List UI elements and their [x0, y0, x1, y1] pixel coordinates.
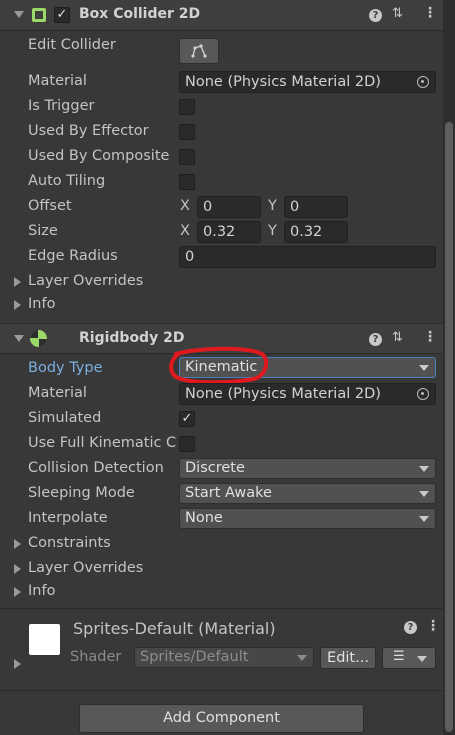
box-collider-foldout-icon[interactable] [14, 11, 24, 18]
scrollbar-thumb[interactable] [445, 122, 453, 732]
add-component-button[interactable]: Add Component [79, 704, 364, 733]
help-icon[interactable]: ? [404, 621, 417, 634]
sleeping-mode-value: Start Awake [185, 485, 272, 501]
divider [0, 690, 443, 691]
interpolate-value: None [185, 510, 223, 526]
offset-y-input[interactable]: 0 [284, 196, 348, 218]
box-material-label: Material [28, 73, 87, 89]
offset-x-axis-label: X [180, 198, 190, 214]
kebab-menu-icon[interactable]: ⋮ [423, 329, 437, 345]
used-by-composite-checkbox[interactable] [179, 149, 195, 165]
presets-icon[interactable]: ⇅ [392, 330, 403, 345]
rb-material-field[interactable]: None (Physics Material 2D) [179, 383, 436, 405]
simulated-checkbox[interactable]: ✓ [179, 411, 195, 427]
box-collider-header[interactable]: ✓ Box Collider 2D ? ⇅ ⋮ [0, 0, 443, 31]
presets-icon[interactable]: ⇅ [392, 6, 403, 21]
vertical-scrollbar[interactable] [443, 0, 455, 735]
simulated-label: Simulated [28, 410, 102, 426]
box-layer-overrides-label[interactable]: Layer Overrides [28, 273, 143, 289]
constraints-foldout-icon[interactable] [14, 539, 21, 549]
list-icon: ☰ [393, 649, 405, 664]
is-trigger-label: Is Trigger [28, 98, 95, 114]
size-y-axis-label: Y [268, 223, 277, 239]
auto-tiling-checkbox[interactable] [179, 174, 195, 190]
material-preview-thumbnail [29, 624, 60, 655]
rb-material-label: Material [28, 385, 87, 401]
body-type-label: Body Type [28, 360, 103, 376]
collision-detection-dropdown[interactable]: Discrete [179, 458, 436, 479]
collision-detection-label: Collision Detection [28, 460, 164, 476]
edge-radius-input[interactable]: 0 [179, 246, 436, 268]
kebab-menu-icon[interactable]: ⋮ [423, 5, 437, 21]
box-collider-enabled-checkbox[interactable]: ✓ [54, 7, 70, 23]
size-x-input[interactable]: 0.32 [197, 221, 261, 243]
info-foldout-icon[interactable] [14, 587, 21, 597]
box-collider-component-icon [32, 8, 46, 22]
offset-x-input[interactable]: 0 [197, 196, 261, 218]
red-annotation-circle [169, 346, 269, 385]
interpolate-label: Interpolate [28, 510, 108, 526]
chevron-down-icon [417, 656, 427, 662]
chevron-down-icon [419, 516, 429, 522]
shader-options-dropdown[interactable]: ☰ [382, 647, 436, 669]
rb-info-label[interactable]: Info [28, 583, 55, 599]
edit-collider-button[interactable] [179, 38, 219, 64]
rigidbody-component-icon [30, 330, 47, 347]
rigidbody-foldout-icon[interactable] [14, 335, 24, 342]
auto-tiling-label: Auto Tiling [28, 173, 106, 189]
material-foldout-icon[interactable] [14, 659, 21, 669]
box-material-value: None (Physics Material 2D) [185, 74, 381, 90]
sleeping-mode-dropdown[interactable]: Start Awake [179, 483, 436, 504]
use-full-kinematic-label: Use Full Kinematic C [28, 435, 177, 451]
offset-label: Offset [28, 198, 72, 214]
kebab-menu-icon[interactable]: ⋮ [426, 618, 440, 634]
collision-detection-value: Discrete [185, 460, 245, 476]
chevron-down-icon [297, 655, 307, 661]
shader-value: Sprites/Default [140, 649, 249, 665]
box-material-field[interactable]: None (Physics Material 2D) [179, 71, 436, 93]
rigidbody-title: Rigidbody 2D [79, 330, 185, 346]
rb-material-value: None (Physics Material 2D) [185, 386, 381, 402]
edge-radius-label: Edge Radius [28, 248, 118, 264]
rb-layer-overrides-label[interactable]: Layer Overrides [28, 560, 143, 576]
size-x-axis-label: X [180, 223, 190, 239]
use-full-kinematic-checkbox[interactable] [179, 436, 195, 452]
shader-label: Shader [70, 649, 122, 665]
layer-overrides-foldout-icon[interactable] [14, 277, 21, 287]
material-title: Sprites-Default (Material) [73, 619, 276, 638]
shader-dropdown[interactable]: Sprites/Default [134, 647, 314, 668]
layer-overrides-foldout-icon[interactable] [14, 564, 21, 574]
chevron-down-icon [419, 466, 429, 472]
info-foldout-icon[interactable] [14, 300, 21, 310]
help-icon[interactable]: ? [369, 333, 382, 346]
constraints-label[interactable]: Constraints [28, 535, 111, 551]
size-y-input[interactable]: 0.32 [284, 221, 348, 243]
edit-collider-icon [191, 44, 207, 58]
box-collider-title: Box Collider 2D [79, 6, 201, 22]
size-label: Size [28, 223, 58, 239]
used-by-composite-label: Used By Composite [28, 148, 170, 164]
is-trigger-checkbox[interactable] [179, 99, 195, 115]
box-info-label[interactable]: Info [28, 296, 55, 312]
edit-shader-button[interactable]: Edit... [320, 647, 376, 669]
used-by-effector-label: Used By Effector [28, 123, 149, 139]
chevron-down-icon [419, 365, 429, 371]
sleeping-mode-label: Sleeping Mode [28, 485, 135, 501]
offset-y-axis-label: Y [268, 198, 277, 214]
used-by-effector-checkbox[interactable] [179, 124, 195, 140]
help-icon[interactable]: ? [369, 9, 382, 22]
chevron-down-icon [419, 491, 429, 497]
divider [0, 608, 443, 609]
interpolate-dropdown[interactable]: None [179, 508, 436, 529]
edit-collider-label: Edit Collider [28, 37, 116, 53]
object-picker-icon[interactable] [417, 388, 429, 400]
object-picker-icon[interactable] [417, 76, 429, 88]
